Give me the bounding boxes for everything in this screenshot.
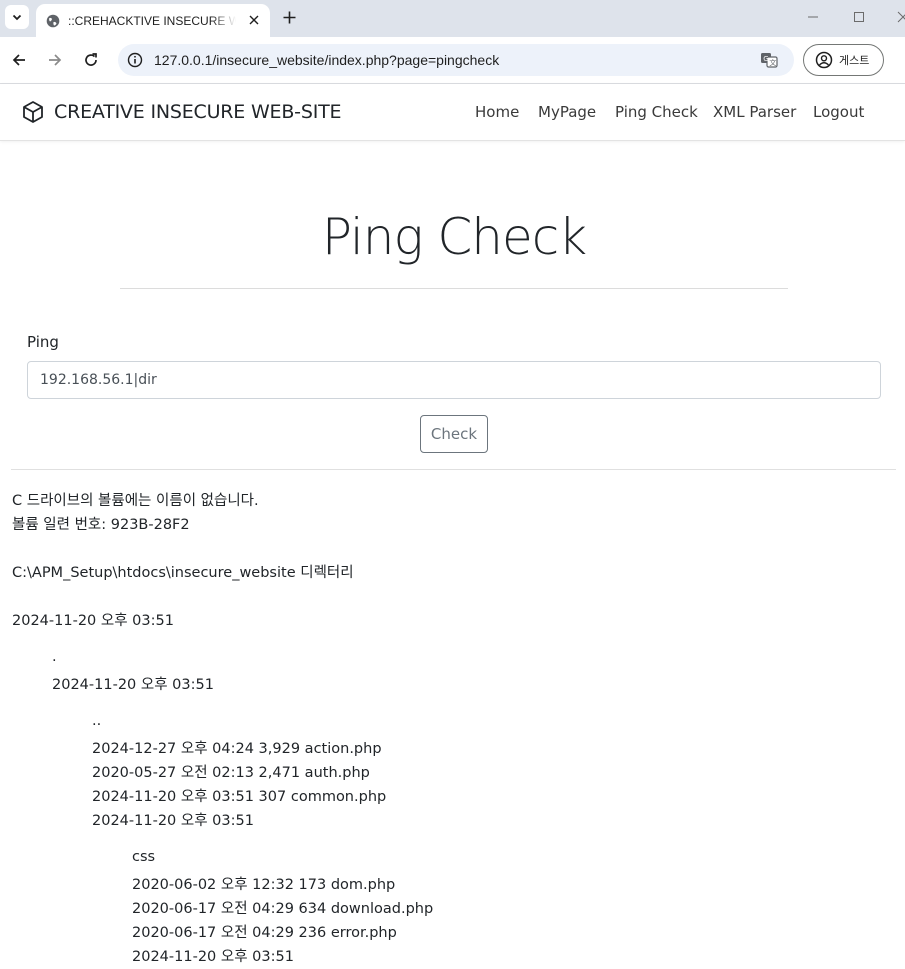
site-navbar: CREATIVE INSECURE WEB-SITE Home MyPage P… xyxy=(0,84,905,141)
output-line: 2020-06-17 오전 04:29 634 download.php xyxy=(132,901,434,917)
address-bar[interactable]: 127.0.0.1/insecure_website/index.php?pag… xyxy=(118,44,794,76)
nav-logout[interactable]: Logout xyxy=(813,103,864,121)
ping-input[interactable] xyxy=(27,361,881,399)
globe-icon xyxy=(46,14,60,28)
nav-links: Home MyPage Ping Check XML Parser Logout xyxy=(0,103,905,125)
account-icon xyxy=(815,51,833,69)
browser-tab[interactable]: ::CREHACKTIVE INSECURE WEBSITE:: xyxy=(36,4,270,37)
ping-label: Ping xyxy=(27,333,59,351)
new-tab-button[interactable] xyxy=(280,8,298,26)
output-line: C 드라이브의 볼륨에는 이름이 없습니다. xyxy=(12,493,259,509)
title-divider xyxy=(120,288,788,289)
browser-toolbar: 127.0.0.1/insecure_website/index.php?pag… xyxy=(0,37,905,83)
plus-icon xyxy=(283,11,295,23)
output-line: 2024-11-20 오후 03:51 xyxy=(52,677,214,693)
output-line: 볼륨 일련 번호: 923B-28F2 xyxy=(12,517,190,533)
reload-button[interactable] xyxy=(82,51,100,69)
output-line: 2020-05-27 오전 02:13 2,471 auth.php xyxy=(92,765,370,781)
output-line: css xyxy=(132,849,156,865)
arrow-right-icon xyxy=(49,54,62,66)
profile-button[interactable]: 게스트 xyxy=(803,44,884,76)
reload-icon xyxy=(85,53,97,66)
close-icon[interactable] xyxy=(246,12,262,28)
result-divider xyxy=(11,469,896,470)
output-line: 2024-11-20 오후 03:51 xyxy=(132,949,294,965)
output-line: 2024-12-27 오후 04:24 3,929 action.php xyxy=(92,741,382,757)
browser-tab-bar: ::CREHACKTIVE INSECURE WEBSITE:: xyxy=(0,0,905,37)
minimize-icon xyxy=(808,16,818,18)
page-title: Ping Check xyxy=(321,208,587,266)
output-line: 2020-06-17 오전 04:29 236 error.php xyxy=(132,925,397,941)
chevron-down-icon xyxy=(12,14,22,21)
maximize-icon xyxy=(854,12,864,22)
output-line: 2024-11-20 오후 03:51 xyxy=(12,613,174,629)
tab-title: ::CREHACKTIVE INSECURE WEBSITE:: xyxy=(68,13,236,28)
nav-xml-parser[interactable]: XML Parser xyxy=(713,103,796,121)
info-icon[interactable] xyxy=(127,52,143,68)
maximize-button[interactable] xyxy=(851,9,867,25)
forward-button[interactable] xyxy=(46,51,64,69)
nav-home[interactable]: Home xyxy=(475,103,519,121)
url-text[interactable]: 127.0.0.1/insecure_website/index.php?pag… xyxy=(154,52,499,68)
output-line: C:\APM_Setup\htdocs\insecure_website 디렉터… xyxy=(12,565,354,581)
output-line: 2024-11-20 오후 03:51 xyxy=(92,813,254,829)
arrow-left-icon xyxy=(12,54,25,66)
nav-ping-check[interactable]: Ping Check xyxy=(615,103,698,121)
tab-search-button[interactable] xyxy=(5,5,29,29)
back-button[interactable] xyxy=(10,51,28,69)
profile-label: 게스트 xyxy=(839,54,870,67)
svg-text:G: G xyxy=(763,55,768,63)
check-button[interactable]: Check xyxy=(420,415,488,453)
svg-text:文: 文 xyxy=(769,58,776,67)
translate-icon[interactable]: G文 xyxy=(760,51,778,69)
window-close-button[interactable] xyxy=(895,9,905,25)
output-line: 2024-11-20 오후 03:51 307 common.php xyxy=(92,789,387,805)
minimize-button[interactable] xyxy=(805,9,821,25)
output-line: . xyxy=(52,649,57,665)
close-icon xyxy=(897,11,905,23)
output-line: .. xyxy=(92,713,102,729)
output-line: 2020-06-02 오후 12:32 173 dom.php xyxy=(132,877,396,893)
nav-mypage[interactable]: MyPage xyxy=(538,103,596,121)
